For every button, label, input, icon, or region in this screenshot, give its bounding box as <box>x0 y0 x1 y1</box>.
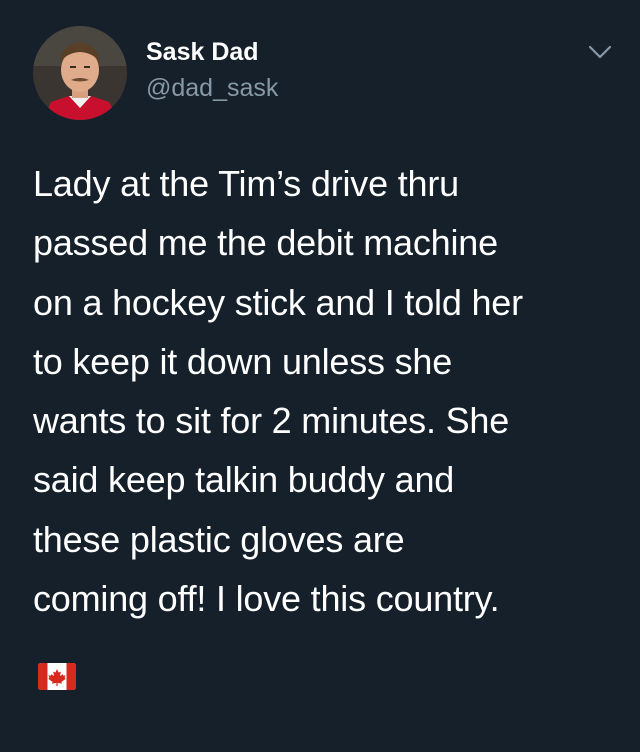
user-handle[interactable]: @dad_sask <box>146 74 278 103</box>
display-name[interactable]: Sask Dad <box>146 38 259 67</box>
tweet-text: Lady at the Tim’s drive thru passed me t… <box>33 163 523 620</box>
profile-photo-icon <box>33 26 127 120</box>
canada-flag-icon <box>38 663 76 690</box>
avatar[interactable] <box>33 26 127 120</box>
tweet-card: Sask Dad @dad_sask Lady at the Tim’s dri… <box>0 0 640 752</box>
chevron-down-icon[interactable] <box>586 42 614 62</box>
